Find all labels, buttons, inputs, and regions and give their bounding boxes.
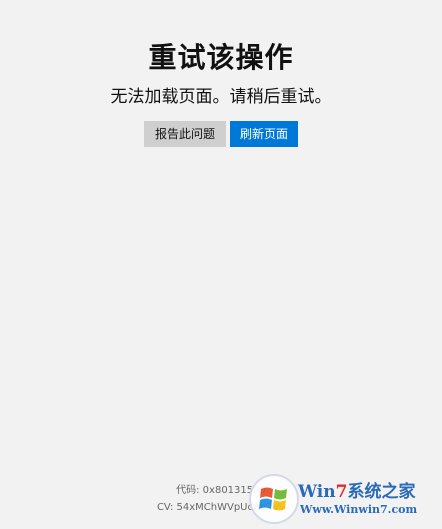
site-watermark: Win7系统之家 Www.Winwin7.com <box>248 473 438 525</box>
error-title: 重试该操作 <box>148 41 294 74</box>
refresh-page-button[interactable]: 刷新页面 <box>230 121 298 147</box>
error-page: 重试该操作 无法加载页面。请稍后重试。 报告此问题 刷新页面 代码: 0x801… <box>0 0 442 529</box>
error-message: 无法加载页面。请稍后重试。 <box>110 87 332 107</box>
report-problem-button[interactable]: 报告此问题 <box>144 121 226 147</box>
action-buttons: 报告此问题 刷新页面 <box>0 121 442 147</box>
watermark-url: Www.Winwin7.com <box>300 503 418 516</box>
watermark-brand: Win7系统之家 <box>298 482 416 502</box>
windows-flag-icon <box>249 474 299 524</box>
